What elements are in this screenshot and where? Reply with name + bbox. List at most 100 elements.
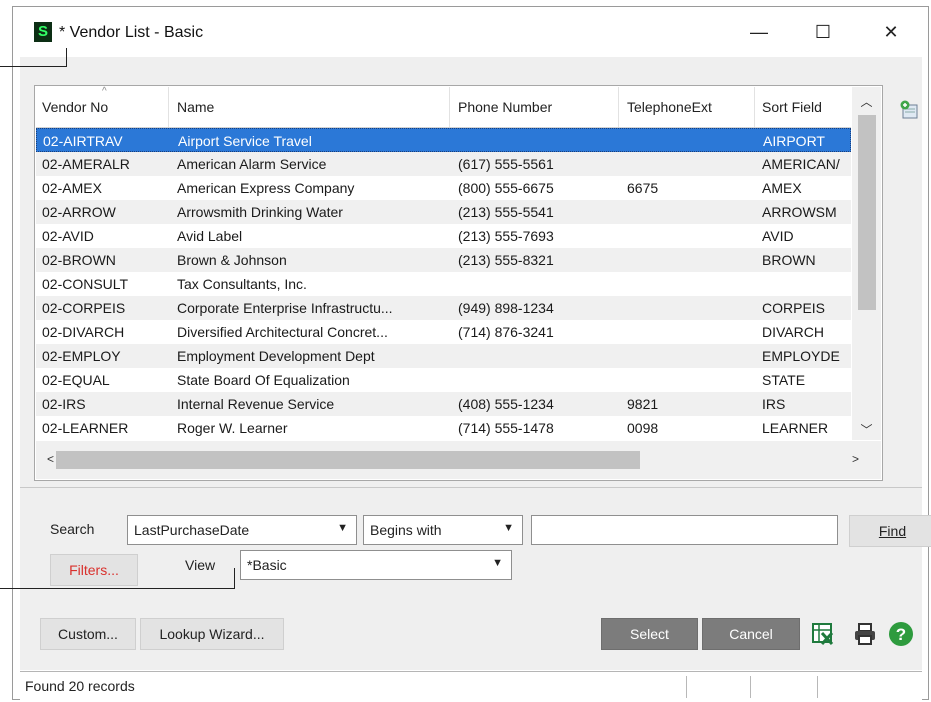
column-divider[interactable] [168, 87, 169, 127]
table-row[interactable]: 02-AVID Avid Label (213) 555-7693 AVID [36, 224, 851, 248]
find-button-label: Find [878, 523, 907, 539]
column-header-vendor-no[interactable]: Vendor No [42, 99, 108, 115]
column-header-telephone-ext[interactable]: TelephoneExt [627, 99, 712, 115]
table-cell: 02-BROWN [42, 252, 116, 268]
table-cell: (408) 555-1234 [458, 396, 554, 412]
table-cell: AMERICAN/ [762, 156, 840, 172]
table-row[interactable]: 02-AMEX American Express Company (800) 555… [36, 176, 851, 200]
table-cell: 02-EQUAL [42, 372, 110, 388]
table-cell: American Express Company [177, 180, 355, 196]
refresh-grid-icon[interactable] [898, 99, 920, 121]
table-row[interactable]: 02-IRS Internal Revenue Service (408) 555-… [36, 392, 851, 416]
vendor-list-window: S * Vendor List - Basic — ☐ ✕ ^ Vendor N… [12, 6, 931, 700]
vendor-grid[interactable]: ^ Vendor No Name Phone Number TelephoneE… [34, 85, 883, 481]
table-row[interactable]: 02-EQUAL State Board Of Equalization STATE [36, 368, 851, 392]
table-cell: 02-CORPEIS [42, 300, 126, 316]
table-cell: 02-DIVARCH [42, 324, 125, 340]
custom-button[interactable]: Custom... [40, 618, 136, 650]
search-input[interactable] [531, 515, 838, 545]
cancel-button[interactable]: Cancel [702, 618, 800, 650]
panel-divider [20, 487, 922, 488]
table-cell: 02-CONSULT [42, 276, 129, 292]
search-field-dropdown[interactable]: LastPurchaseDate ▼ [127, 515, 357, 545]
table-cell: LEARNER [762, 420, 829, 436]
table-cell: AIRPORT [763, 133, 825, 149]
grid-rows: 02-AIRTRAV Airport Service Travel AIRPORT 0… [36, 128, 851, 439]
table-cell: 9821 [627, 396, 659, 412]
annotation-line [234, 568, 235, 589]
table-row[interactable]: 02-CONSULT Tax Consultants, Inc. [36, 272, 851, 296]
table-cell: Internal Revenue Service [177, 396, 335, 412]
table-cell: 02-IRS [42, 396, 86, 412]
search-field-value: LastPurchaseDate [134, 522, 250, 538]
horizontal-scroll-thumb[interactable] [56, 451, 640, 469]
table-cell: (213) 555-8321 [458, 252, 554, 268]
select-button[interactable]: Select [601, 618, 698, 650]
status-pane-divider [686, 676, 687, 698]
scroll-down-icon[interactable]: ﹀ [852, 421, 881, 438]
sort-ascending-icon: ^ [102, 86, 107, 97]
table-cell: Airport Service Travel [178, 133, 312, 149]
status-pane-divider [750, 676, 751, 698]
table-cell: Corporate Enterprise Infrastructu... [177, 300, 393, 316]
help-icon[interactable]: ? [888, 621, 914, 647]
status-pane-divider [817, 676, 818, 698]
table-cell: EMPLOYDE [762, 348, 840, 364]
table-cell: Tax Consultants, Inc. [177, 276, 307, 292]
table-cell: 02-ARROW [42, 204, 116, 220]
table-cell: BROWN [762, 252, 816, 268]
table-cell: AMEX [762, 180, 802, 196]
table-row[interactable]: 02-DIVARCH Diversified Architectural Conc… [36, 320, 851, 344]
table-cell: 02-AMERALR [42, 156, 130, 172]
column-header-phone-number[interactable]: Phone Number [458, 99, 552, 115]
excel-export-icon[interactable] [810, 621, 836, 647]
lookup-wizard-button[interactable]: Lookup Wizard... [140, 618, 284, 650]
horizontal-scrollbar[interactable]: < > [36, 441, 881, 479]
view-dropdown[interactable]: *Basic ▼ [240, 550, 512, 580]
table-cell: (714) 876-3241 [458, 324, 554, 340]
table-cell: 02-AVID [42, 228, 94, 244]
table-cell: 6675 [627, 180, 659, 196]
annotation-line [0, 66, 66, 67]
vertical-scrollbar[interactable]: ︿ ﹀ [852, 87, 881, 440]
printer-icon[interactable] [852, 621, 878, 647]
table-row[interactable]: 02-AIRTRAV Airport Service Travel AIRPORT [36, 128, 851, 152]
table-cell: (213) 555-7693 [458, 228, 554, 244]
column-divider[interactable] [618, 87, 619, 127]
table-cell: STATE [762, 372, 806, 388]
table-row[interactable]: 02-LEARNER Roger W. Learner (714) 555-1478… [36, 416, 851, 439]
table-cell: (213) 555-5541 [458, 204, 554, 220]
column-header-name[interactable]: Name [177, 99, 214, 115]
table-cell: Employment Development Dept [177, 348, 375, 364]
table-cell: American Alarm Service [177, 156, 327, 172]
column-divider[interactable] [449, 87, 450, 127]
vertical-scroll-thumb[interactable] [858, 115, 876, 310]
table-row[interactable]: 02-CORPEIS Corporate Enterprise Infrastru… [36, 296, 851, 320]
table-row[interactable]: 02-AMERALR American Alarm Service (617) 55… [36, 152, 851, 176]
table-cell: Arrowsmith Drinking Water [177, 204, 343, 220]
scroll-right-icon[interactable]: > [841, 452, 870, 466]
annotation-line [66, 48, 67, 67]
table-cell: State Board Of Equalization [177, 372, 350, 388]
table-cell: (714) 555-1478 [458, 420, 554, 436]
view-value: *Basic [247, 557, 287, 573]
column-divider[interactable] [754, 87, 755, 127]
scroll-up-icon[interactable]: ︿ [852, 93, 881, 110]
close-button[interactable]: ✕ [871, 17, 911, 47]
column-header-sort-field[interactable]: Sort Field [762, 99, 822, 115]
find-button[interactable]: Find [849, 515, 931, 547]
app-logo-icon: S [34, 22, 52, 42]
minimize-button[interactable]: — [739, 17, 779, 47]
table-cell: (800) 555-6675 [458, 180, 554, 196]
table-cell: 02-LEARNER [42, 420, 129, 436]
table-row[interactable]: 02-EMPLOY Employment Development Dept EMPL… [36, 344, 851, 368]
filters-button[interactable]: Filters... [50, 554, 138, 586]
table-row[interactable]: 02-BROWN Brown & Johnson (213) 555-8321 BRO… [36, 248, 851, 272]
search-operator-dropdown[interactable]: Begins with ▼ [363, 515, 523, 545]
table-cell: AVID [762, 228, 794, 244]
table-row[interactable]: 02-ARROW Arrowsmith Drinking Water (213) 5… [36, 200, 851, 224]
grid-header: ^ Vendor No Name Phone Number TelephoneE… [36, 86, 851, 128]
table-cell: CORPEIS [762, 300, 826, 316]
table-cell: Diversified Architectural Concret... [177, 324, 388, 340]
maximize-button[interactable]: ☐ [803, 17, 843, 47]
